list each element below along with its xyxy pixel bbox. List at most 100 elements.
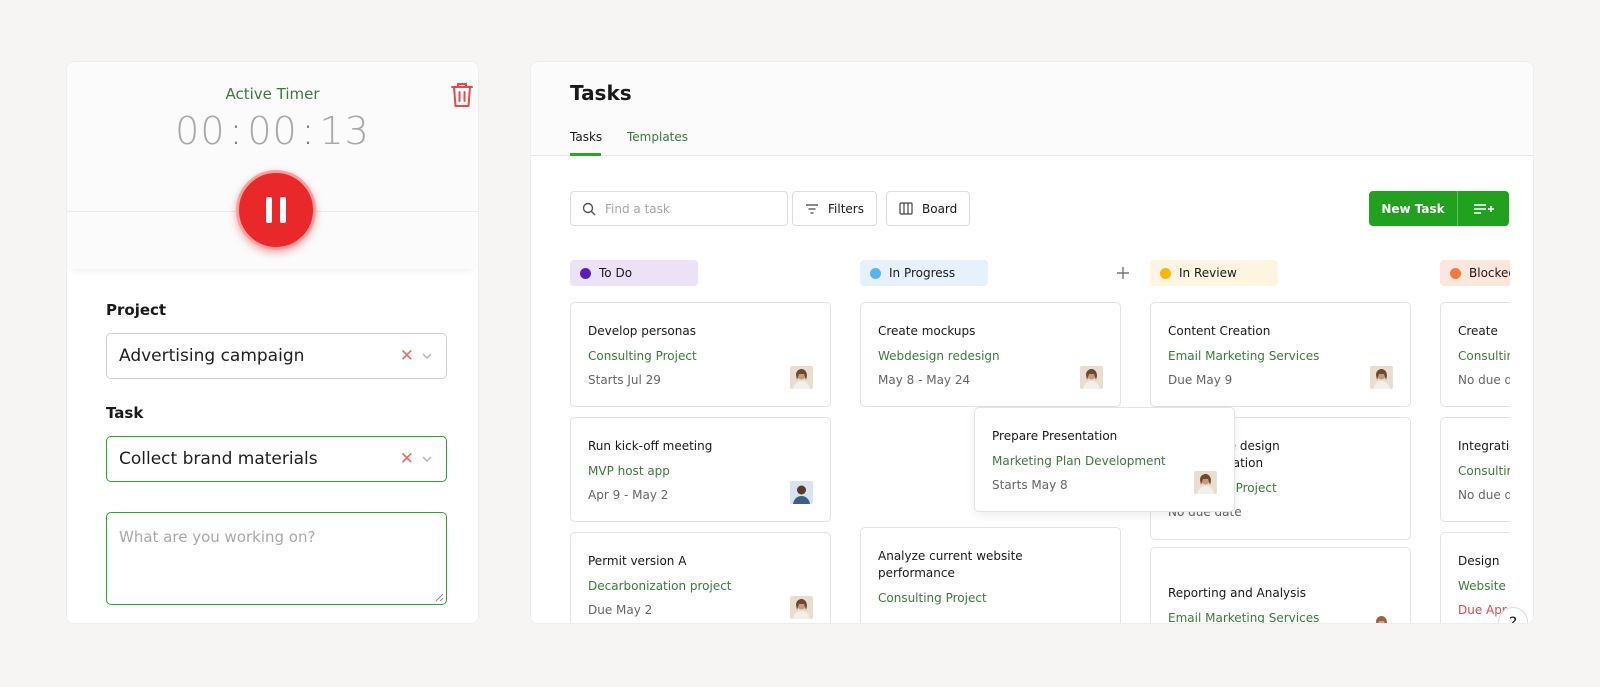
timer-separator: : <box>229 109 244 153</box>
task-title: Create mockups <box>878 324 976 338</box>
task-date: No due date <box>1458 488 1510 502</box>
task-project: Email Marketing Services <box>1168 349 1320 363</box>
task-card[interactable]: Run kick-off meeting MVP host app Apr 9 … <box>570 417 831 522</box>
column-title: Blocked <box>1469 266 1510 280</box>
column-header-in-review: In Review <box>1150 260 1278 286</box>
avatar <box>1370 613 1393 623</box>
timer-title: Active Timer <box>225 85 320 103</box>
task-date: Apr 9 - May 2 <box>588 488 669 502</box>
column-header-todo: To Do <box>570 260 698 286</box>
task-title: Analyze current website performance <box>878 549 1023 580</box>
avatar <box>790 366 813 389</box>
task-project: MVP host app <box>588 464 670 478</box>
task-select-value: Collect brand materials <box>119 449 318 469</box>
task-date: Starts May 8 <box>992 478 1068 492</box>
dragging-task-card[interactable]: Prepare Presentation Marketing Plan Deve… <box>974 407 1235 512</box>
task-card[interactable]: Reporting and Analysis Email Marketing S… <box>1150 547 1411 623</box>
page-title: Tasks <box>570 81 632 105</box>
filter-icon <box>806 203 818 214</box>
task-card[interactable]: Permit version A Decarbonization project… <box>570 532 831 623</box>
timer-seconds: 13 <box>319 109 370 153</box>
status-dot <box>580 267 591 279</box>
task-select[interactable]: Collect brand materials ✕ <box>106 436 447 482</box>
search-placeholder: Find a task <box>605 201 670 216</box>
tasks-panel: Tasks Tasks Templates Find a task Filter… <box>530 61 1534 624</box>
status-dot <box>870 267 881 279</box>
pause-icon-bar <box>280 197 286 223</box>
board-label: Board <box>922 201 958 216</box>
search-input[interactable]: Find a task <box>570 191 788 226</box>
trash-icon <box>451 83 473 107</box>
task-title: Content Creation <box>1168 324 1271 338</box>
new-task-button[interactable]: New Task <box>1369 191 1457 226</box>
avatar <box>1370 366 1393 389</box>
task-card[interactable]: Analyze current website performance Cons… <box>860 527 1121 623</box>
chevron-down-icon <box>422 456 432 462</box>
user-avatar-image <box>790 366 813 389</box>
avatar <box>790 596 813 619</box>
clear-task-icon[interactable]: ✕ <box>400 449 414 469</box>
task-card[interactable]: Integration Consulting Project No due da… <box>1440 417 1510 522</box>
task-card[interactable]: Create mockups Webdesign redesign May 8 … <box>860 302 1121 407</box>
active-tab-indicator <box>570 153 601 156</box>
task-title: Prepare Presentation <box>992 429 1118 443</box>
task-card[interactable]: Content Creation Email Marketing Service… <box>1150 302 1411 407</box>
board-view-button[interactable]: Board <box>886 191 971 226</box>
project-label: Project <box>106 301 167 319</box>
task-project: Consulting Project <box>1458 464 1510 478</box>
status-dot <box>1450 267 1461 279</box>
avatar <box>790 481 813 504</box>
timer-separator: : <box>301 109 316 153</box>
column-title: In Progress <box>889 266 956 280</box>
note-textarea[interactable]: What are you working on? <box>106 512 447 605</box>
tab-tasks[interactable]: Tasks <box>570 130 602 144</box>
project-select[interactable]: Advertising campaign ✕ <box>106 333 447 379</box>
filters-button[interactable]: Filters <box>792 191 877 226</box>
user-avatar-image <box>1370 366 1393 389</box>
new-task-options-button[interactable] <box>1457 191 1509 226</box>
task-project: Consulting Project <box>1458 349 1510 363</box>
note-placeholder: What are you working on? <box>119 528 316 546</box>
task-title: Reporting and Analysis <box>1168 586 1306 600</box>
delete-timer-button[interactable] <box>449 81 475 109</box>
task-title: Run kick-off meeting <box>588 439 713 453</box>
task-project: Website <box>1458 579 1506 593</box>
clear-project-icon[interactable]: ✕ <box>400 346 414 366</box>
new-task-split-button: New Task <box>1369 191 1509 226</box>
user-avatar-image <box>1194 471 1217 494</box>
timer-display: 00:00:13 <box>67 109 478 153</box>
task-date: Due May 2 <box>588 603 653 617</box>
pause-timer-button[interactable] <box>236 170 316 250</box>
task-card[interactable]: Develop personas Consulting Project Star… <box>570 302 831 407</box>
task-date: No due date <box>1458 373 1510 387</box>
user-avatar-image <box>1080 366 1103 389</box>
project-select-value: Advertising campaign <box>119 346 305 366</box>
task-card[interactable]: Design Website Due Apr 1 <box>1440 532 1510 623</box>
timer-panel: Active Timer 00:00:13 Project Advertisin… <box>66 61 479 624</box>
pause-icon-bar <box>266 197 272 223</box>
task-title: Develop personas <box>588 324 696 338</box>
task-card[interactable]: Create Consulting Project No due date <box>1440 302 1510 407</box>
task-project: Marketing Plan Development <box>992 454 1166 468</box>
task-title: Create <box>1458 324 1498 338</box>
board-columns-icon <box>899 202 913 215</box>
task-title: Design <box>1458 554 1500 568</box>
add-column-icon[interactable] <box>1110 260 1136 286</box>
user-avatar-image <box>790 596 813 619</box>
timer-minutes: 00 <box>247 109 298 153</box>
user-avatar-image <box>1370 613 1393 623</box>
search-icon <box>582 202 596 215</box>
timer-hours: 00 <box>175 109 226 153</box>
column-title: To Do <box>599 266 633 280</box>
avatar <box>1080 366 1103 389</box>
task-date: Due May 9 <box>1168 373 1233 387</box>
column-header-in-progress: In Progress <box>860 260 988 286</box>
task-date: Starts Jul 29 <box>588 373 661 387</box>
task-project: Decarbonization project <box>588 579 732 593</box>
help-button[interactable]: ? <box>1498 607 1528 623</box>
task-project: Consulting Project <box>878 591 987 605</box>
tab-templates[interactable]: Templates <box>627 130 688 144</box>
filters-label: Filters <box>828 201 864 216</box>
task-project: Consulting Project <box>588 349 697 363</box>
resize-grip-icon[interactable] <box>435 593 444 602</box>
